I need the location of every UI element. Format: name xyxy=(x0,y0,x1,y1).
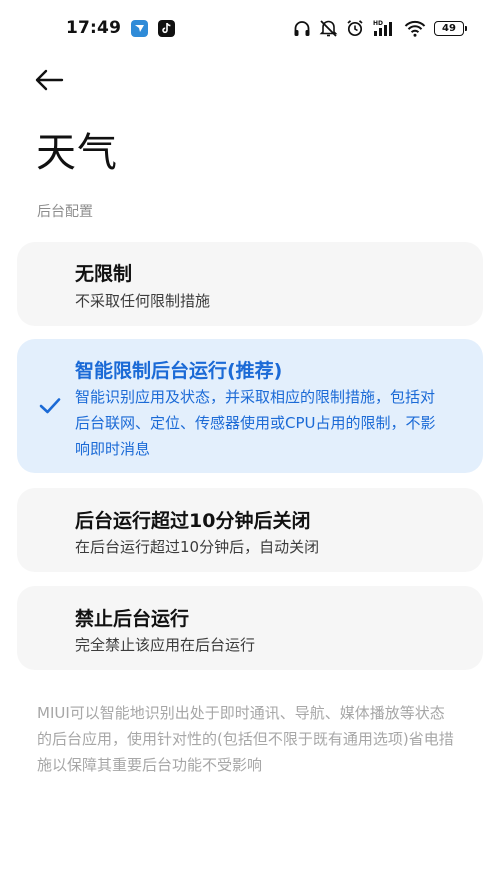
alarm-icon xyxy=(346,19,364,37)
option-title: 智能限制后台运行(推荐) xyxy=(75,360,283,382)
hd-label: HD xyxy=(373,20,383,27)
section-label: 后台配置 xyxy=(37,204,93,220)
status-time: 17:49 xyxy=(66,18,122,38)
option-title: 后台运行超过10分钟后关闭 xyxy=(75,510,311,532)
wifi-icon xyxy=(404,20,426,37)
back-button[interactable] xyxy=(34,64,74,96)
signal-icon: HD xyxy=(372,19,396,37)
option-title: 无限制 xyxy=(75,263,133,285)
tiktok-icon xyxy=(158,19,176,37)
option-forbid-background[interactable]: 禁止后台运行 完全禁止该应用在后台运行 xyxy=(17,586,483,670)
option-title: 禁止后台运行 xyxy=(75,608,190,630)
app-battery-settings-screen: 17:49 HD 49 天气 后台配置 无限制 不采取任何限制措施 智能限制后台… xyxy=(0,0,500,888)
status-bar-left: 17:49 xyxy=(66,18,176,38)
app-blue-badge-icon xyxy=(131,19,149,37)
option-description: 智能识别应用及状态，并采取相应的限制措施，包括对后台联网、定位、传感器使用或CP… xyxy=(75,388,436,458)
battery-icon: 49 xyxy=(434,20,467,36)
mute-icon xyxy=(319,19,338,37)
option-close-after-10min[interactable]: 后台运行超过10分钟后关闭 在后台运行超过10分钟后，自动关闭 xyxy=(17,488,483,572)
footer-note: MIUI可以智能地识别出处于即时通讯、导航、媒体播放等状态的后台应用，使用针对性… xyxy=(37,704,454,774)
status-bar: 17:49 HD 49 xyxy=(0,0,500,56)
status-bar-right: HD 49 xyxy=(293,19,467,37)
arrow-left-icon xyxy=(35,69,64,91)
option-description: 不采取任何限制措施 xyxy=(75,292,211,310)
check-icon xyxy=(39,398,61,414)
battery-level: 49 xyxy=(442,22,456,34)
option-description: 完全禁止该应用在后台运行 xyxy=(75,636,256,654)
page-title: 天气 xyxy=(36,130,118,176)
option-description: 在后台运行超过10分钟后，自动关闭 xyxy=(75,538,320,556)
option-smart-restrict[interactable]: 智能限制后台运行(推荐) 智能识别应用及状态，并采取相应的限制措施，包括对后台联… xyxy=(17,339,483,473)
option-unrestricted[interactable]: 无限制 不采取任何限制措施 xyxy=(17,242,483,326)
headphones-icon xyxy=(293,20,311,37)
